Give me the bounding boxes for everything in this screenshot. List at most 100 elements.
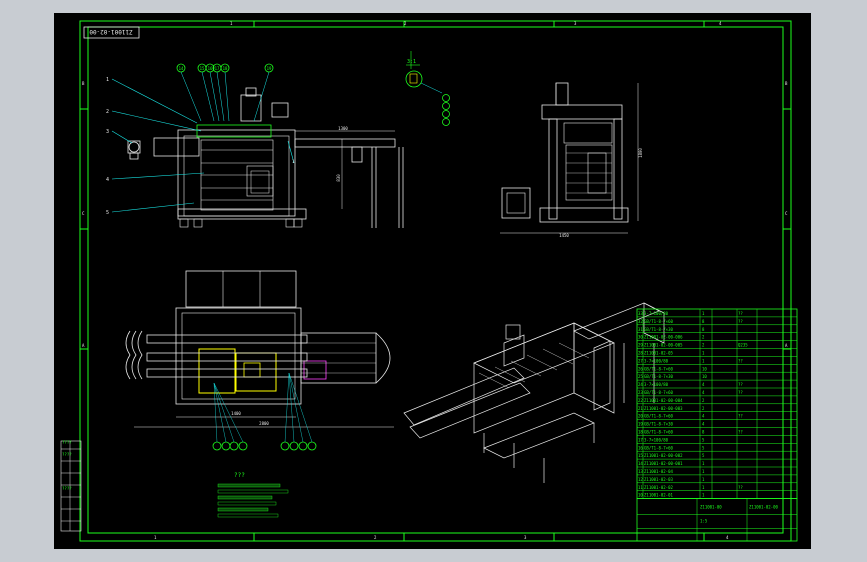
title-sheet: 1:5: [700, 519, 708, 524]
side-upper-box: [563, 122, 613, 144]
bom-no: 16: [638, 445, 643, 450]
bom-code: Z11001-02-01: [644, 493, 673, 498]
bom-no: 30: [638, 335, 643, 340]
bom-no: 12: [638, 477, 643, 482]
bom-no: 27: [638, 358, 643, 363]
leader-top: [253, 71, 270, 122]
plan-cable: [125, 330, 131, 380]
bom-mat: ??: [738, 430, 743, 435]
foot: [285, 218, 295, 228]
bom-code: GB/T1-8-7×60: [644, 445, 673, 450]
iso-frame-top: [473, 322, 615, 384]
leader-left: [111, 130, 133, 144]
side-motor: [555, 82, 569, 106]
bom-qty: 2: [702, 398, 705, 403]
bom-mat: Q235: [738, 343, 748, 348]
border-letter-left: A: [82, 343, 85, 348]
bom-code: Z11001-02-00-006: [644, 335, 683, 340]
side-top-beam: [541, 104, 623, 120]
strip-label: ????: [62, 452, 72, 457]
callout-top: 18: [223, 66, 228, 71]
bom-code: Z11001-02-00-001: [644, 461, 683, 466]
bom-code: Z11001-02-02: [644, 485, 673, 490]
detail-callout: [442, 102, 450, 110]
plan-box-yellow-core: [243, 362, 261, 378]
outer-border: [79, 20, 792, 542]
bom-no: 10: [638, 493, 643, 498]
plan-cable: [137, 330, 143, 380]
callout-top: 15: [200, 66, 205, 71]
iso-detail-line: [510, 360, 542, 377]
bom-qty: 4: [702, 382, 705, 387]
bom-code: Z11001-02-04: [644, 469, 673, 474]
bom-no: 22: [638, 398, 643, 403]
bom-code: GB/T1-8-7×60: [644, 414, 673, 419]
bom-code: 3-7×100/80: [644, 311, 669, 316]
iso-motor: [505, 324, 521, 340]
bom-code: Z11001-02-00-003: [644, 406, 683, 411]
bom-qty: 5: [702, 445, 705, 450]
bom-code: 3-7×100/80: [644, 358, 669, 363]
bom-code: 3-7×100/80: [644, 382, 669, 387]
iso-motor-block: [503, 334, 525, 367]
bom-no: 33: [638, 311, 643, 316]
plan-right-conveyor: [300, 332, 377, 384]
bom-no: 11: [638, 485, 643, 490]
top-beam: [196, 124, 272, 138]
bom-qty: 1: [702, 469, 705, 474]
plan-end-roller: [375, 332, 391, 384]
bom-no: 14: [638, 461, 643, 466]
left-revision-strip: ????????????: [60, 440, 82, 532]
detail-circle: [405, 70, 423, 88]
bom-code: GB/T1-8-7×60: [644, 430, 673, 435]
dim-plan-inner: 1400: [231, 411, 241, 416]
foot: [179, 218, 189, 228]
leader-left: [111, 172, 205, 180]
technical-notes: ???: [217, 472, 289, 518]
bom-table: 33 3-7×100/80 1 ??32 GB/T1-8-7×60 8 ??31 GB/T1-…: [636, 308, 798, 542]
callout-top: 14: [179, 66, 184, 71]
dim-plan-outer: 2800: [259, 421, 269, 426]
bom-mat: ??: [738, 358, 743, 363]
plan-top-panel: [185, 270, 297, 308]
border-number-bottom: 4: [726, 535, 729, 540]
bom-code: Z11001-02-00-004: [644, 398, 683, 403]
callout-left: 3: [106, 129, 109, 135]
detail-leader: [420, 82, 443, 94]
bom-code: Z11001-02-00-005: [644, 343, 683, 348]
bom-qty: 1: [702, 351, 705, 356]
frame-outline: [177, 129, 296, 217]
iso-base: [483, 412, 595, 459]
dim-top-width: 1300: [338, 126, 348, 131]
rotated-title-box: Z11001-02-00: [83, 26, 140, 39]
bom-qty: 4: [702, 390, 705, 395]
drawing-viewport[interactable]: B C A B C A 1 2 3 4 1 2 3 4 Z11001-02-00???????????? 13…: [54, 13, 811, 549]
side-stool-inner: [506, 192, 526, 214]
detail-callout: [442, 110, 450, 118]
border-letter-left: B: [82, 81, 85, 86]
bom-code: GB/T1-8-7×60: [644, 390, 673, 395]
bom-qty: 4: [702, 414, 705, 419]
callout-top: 17: [215, 66, 220, 71]
plan-cable: [131, 330, 137, 380]
bom-code: Z11001-02-05: [644, 351, 673, 356]
strip-label: ????: [62, 486, 72, 491]
bom-code: GB/T1-8-7×60: [644, 319, 673, 324]
bom-code: Z11001-02-03: [644, 477, 673, 482]
callout-left: 4: [106, 177, 109, 183]
border-letter-right: B: [785, 81, 788, 86]
bom-qty: 8: [702, 327, 705, 332]
border-letter-left: C: [82, 211, 85, 216]
bom-mat: ??: [738, 485, 743, 490]
plan-rail-1: [146, 334, 308, 344]
iso-detail-line: [526, 354, 558, 371]
detail-callout: [442, 118, 450, 126]
border-number-bottom: 2: [374, 535, 377, 540]
leader-top: [224, 71, 230, 122]
note-line: [217, 501, 277, 506]
detail-label: 3:1: [407, 59, 416, 65]
leader-left: [111, 78, 198, 124]
pulley-base: [129, 152, 139, 160]
note-line: [217, 483, 281, 488]
bom-no: 21: [638, 406, 643, 411]
